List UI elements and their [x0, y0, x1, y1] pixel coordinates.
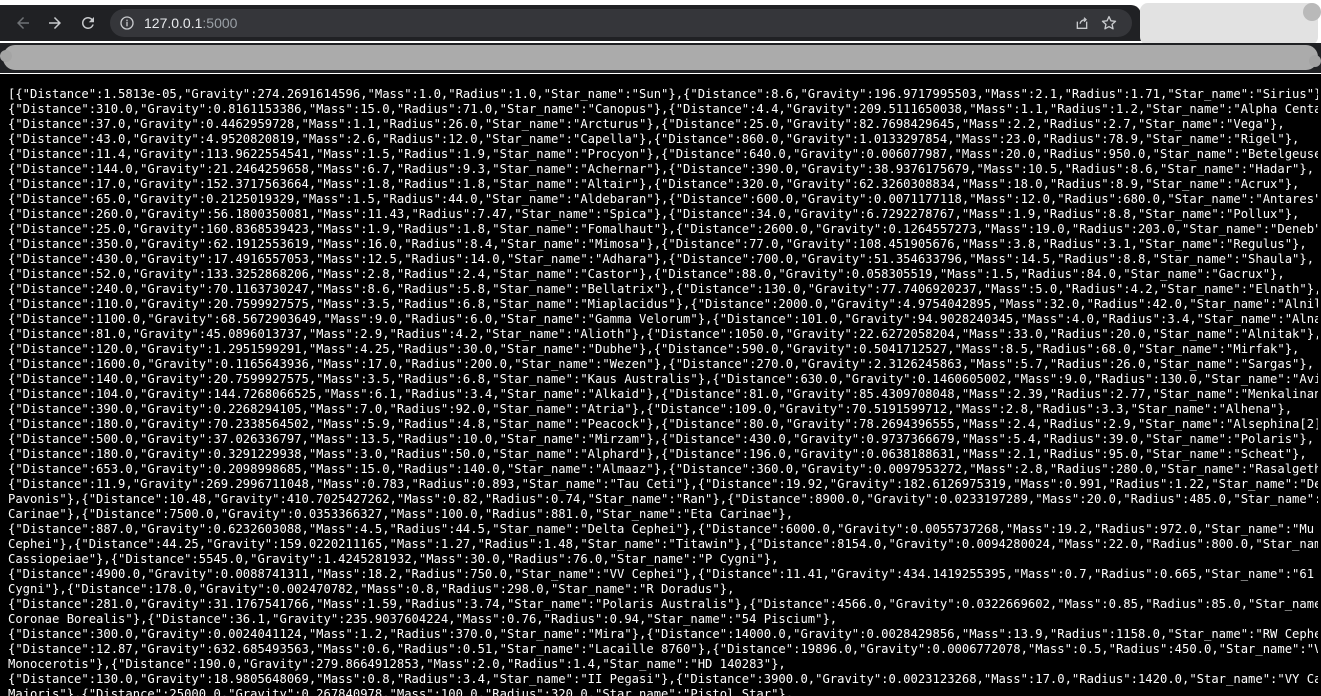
redacted-bookmarks	[3, 45, 1318, 70]
redacted-bookmarks-edge-right	[1309, 55, 1321, 67]
redacted-bookmarks-edge-left	[0, 50, 12, 62]
url-host: 127.0.0.1	[144, 15, 203, 31]
address-bar[interactable]: 127.0.0.1:5000	[110, 9, 1132, 37]
arrow-left-icon	[17, 17, 29, 29]
redacted-profile-area	[1140, 3, 1318, 45]
address-url[interactable]: 127.0.0.1:5000	[144, 15, 237, 31]
browser-toolbar: 127.0.0.1:5000	[0, 5, 1141, 41]
reload-icon	[82, 17, 94, 29]
raw-json-text: [{"Distance":1.5813e-05,"Gravity":274.26…	[8, 87, 1318, 696]
page-viewport: [{"Distance":1.5813e-05,"Gravity":274.26…	[0, 74, 1321, 696]
browser-chrome: 127.0.0.1:5000	[0, 0, 1321, 74]
redacted-profile-dot	[1303, 3, 1321, 21]
back-button[interactable]	[8, 8, 38, 38]
reload-button[interactable]	[73, 8, 103, 38]
share-icon[interactable]	[1074, 15, 1090, 31]
star-icon[interactable]	[1100, 14, 1118, 32]
url-port: :5000	[202, 15, 238, 31]
arrow-right-icon	[49, 17, 61, 29]
forward-button[interactable]	[40, 8, 70, 38]
info-icon[interactable]	[119, 15, 135, 31]
